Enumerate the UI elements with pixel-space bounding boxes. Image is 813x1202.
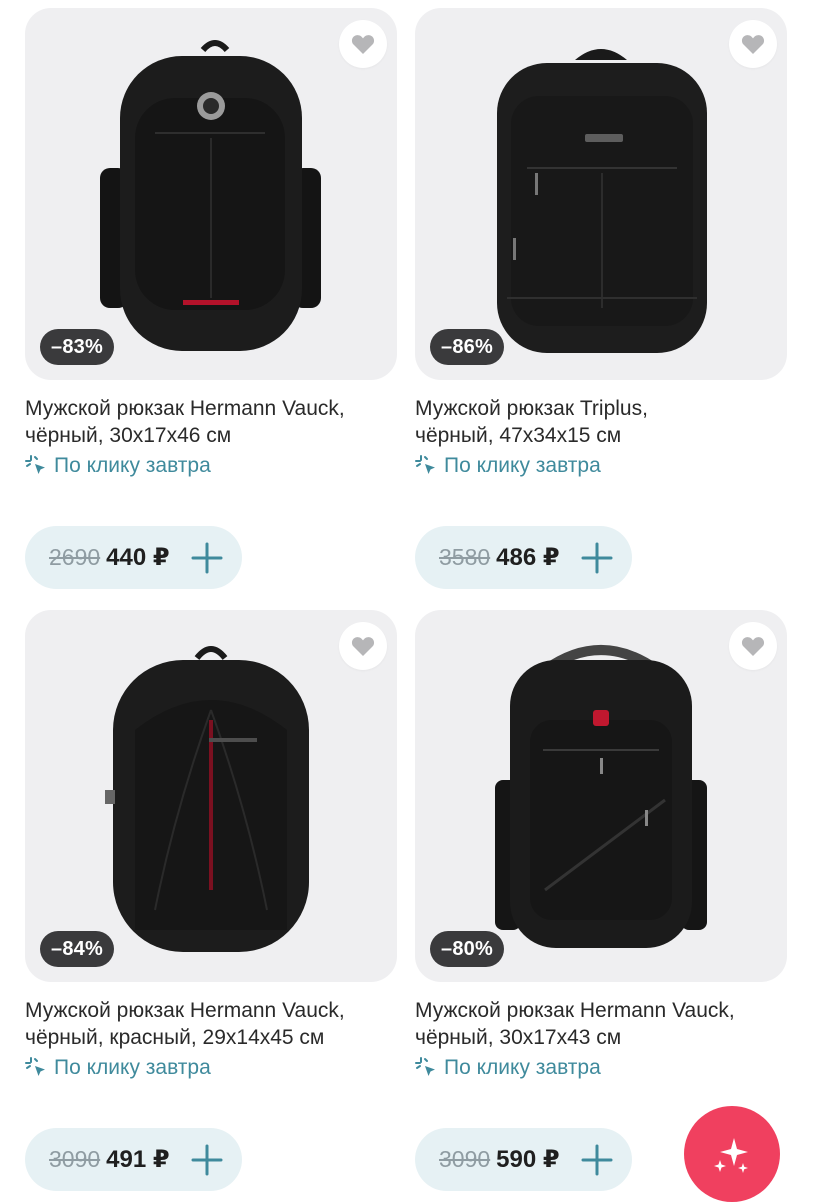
favorite-button[interactable]: [339, 20, 387, 68]
sparkles-icon: [714, 1138, 748, 1173]
product-title-line: чёрный, 47x34x15 см: [415, 424, 622, 447]
product-title-line: чёрный, красный, 29x14x45 см: [25, 1026, 325, 1049]
heart-icon: [741, 637, 765, 656]
discount-badge: –83%: [40, 329, 114, 365]
product-card[interactable]: –86% Мужской рюкзак Triplus, чёрный, 47x…: [415, 8, 791, 589]
product-title-line: чёрный, 30x17x46 см: [25, 424, 232, 447]
old-price: 3580: [439, 544, 491, 570]
delivery-info: По клику завтра: [415, 452, 791, 480]
plus-icon[interactable]: [578, 1141, 616, 1179]
discount-badge: –84%: [40, 931, 114, 967]
delivery-label: По клику завтра: [444, 454, 601, 477]
product-card[interactable]: –84% Мужской рюкзак Hermann Vauck, чёрны…: [25, 610, 401, 1191]
click-sparkle-icon: [25, 455, 45, 474]
discount-badge: –86%: [430, 329, 504, 365]
current-price: 491 ₽: [106, 1146, 170, 1173]
assistant-fab-button[interactable]: [684, 1106, 780, 1202]
delivery-label: По клику завтра: [54, 454, 211, 477]
backpack-image: [105, 646, 309, 952]
click-sparkle-icon: [415, 1057, 435, 1076]
plus-icon[interactable]: [188, 539, 226, 577]
plus-icon[interactable]: [188, 1141, 226, 1179]
plus-icon[interactable]: [578, 539, 616, 577]
heart-icon: [351, 637, 375, 656]
click-sparkle-icon: [415, 455, 435, 474]
product-image[interactable]: –86%: [415, 8, 787, 380]
add-to-cart-button[interactable]: 3090 491 ₽: [25, 1128, 242, 1191]
discount-badge: –80%: [430, 931, 504, 967]
current-price: 440 ₽: [106, 544, 170, 571]
product-title[interactable]: Мужской рюкзак Hermann Vauck, чёрный, кр…: [25, 997, 401, 1051]
current-price: 590 ₽: [496, 1146, 560, 1173]
add-to-cart-button[interactable]: 3090 590 ₽: [415, 1128, 632, 1191]
delivery-info: По клику завтра: [25, 1054, 401, 1082]
product-title-line: Мужской рюкзак Hermann Vauck,: [25, 397, 345, 420]
delivery-info: По клику завтра: [25, 452, 401, 480]
backpack-image: [100, 40, 321, 351]
old-price: 3090: [49, 1146, 101, 1172]
product-title[interactable]: Мужской рюкзак Hermann Vauck, чёрный, 30…: [415, 997, 791, 1051]
favorite-button[interactable]: [339, 622, 387, 670]
product-title-line: Мужской рюкзак Hermann Vauck,: [415, 999, 735, 1022]
current-price: 486 ₽: [496, 544, 560, 571]
favorite-button[interactable]: [729, 20, 777, 68]
favorite-button[interactable]: [729, 622, 777, 670]
product-title[interactable]: Мужской рюкзак Triplus, чёрный, 47x34x15…: [415, 395, 791, 449]
delivery-label: По клику завтра: [54, 1056, 211, 1079]
product-grid: –83% Мужской рюкзак Hermann Vauck, чёрны…: [0, 0, 813, 1200]
add-to-cart-button[interactable]: 2690 440 ₽: [25, 526, 242, 589]
product-image[interactable]: –80%: [415, 610, 787, 982]
click-sparkle-icon: [25, 1057, 45, 1076]
heart-icon: [741, 35, 765, 54]
delivery-label: По клику завтра: [444, 1056, 601, 1079]
product-title-line: Мужской рюкзак Triplus,: [415, 397, 648, 420]
product-card[interactable]: –83% Мужской рюкзак Hermann Vauck, чёрны…: [25, 8, 401, 589]
old-price: 2690: [49, 544, 101, 570]
old-price: 3090: [439, 1146, 491, 1172]
product-title[interactable]: Мужской рюкзак Hermann Vauck, чёрный, 30…: [25, 395, 401, 449]
product-title-line: чёрный, 30x17x43 см: [415, 1026, 622, 1049]
product-image[interactable]: –84%: [25, 610, 397, 982]
backpack-image: [497, 49, 707, 353]
add-to-cart-button[interactable]: 3580 486 ₽: [415, 526, 632, 589]
heart-icon: [351, 35, 375, 54]
delivery-info: По клику завтра: [415, 1054, 791, 1082]
product-image[interactable]: –83%: [25, 8, 397, 380]
product-title-line: Мужской рюкзак Hermann Vauck,: [25, 999, 345, 1022]
backpack-image: [495, 645, 707, 948]
product-card[interactable]: –80% Мужской рюкзак Hermann Vauck, чёрны…: [415, 610, 791, 1191]
